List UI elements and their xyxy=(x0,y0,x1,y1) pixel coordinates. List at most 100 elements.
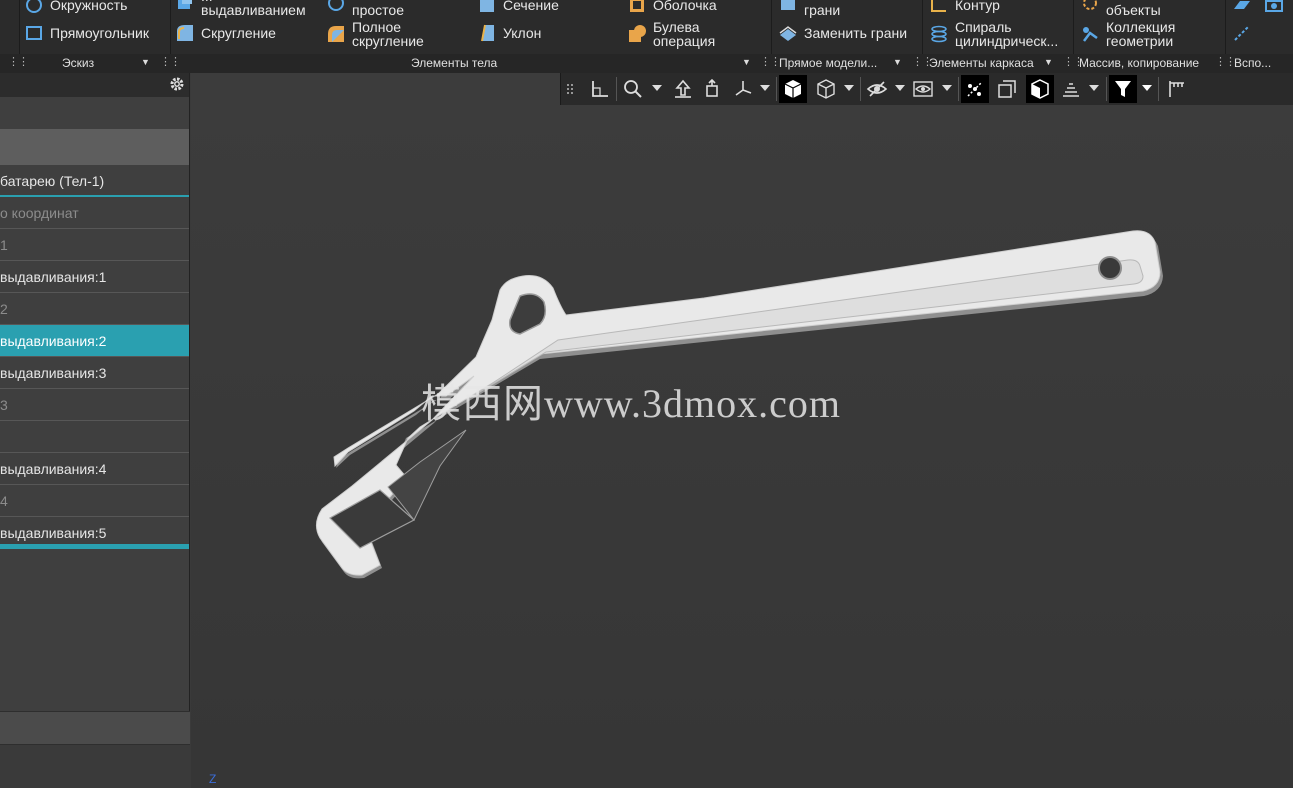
helix-tool[interactable]: Спираль цилиндрическ... xyxy=(929,19,1058,49)
grip-icon[interactable]: ⋮⋮ xyxy=(160,55,181,68)
shaded-cube-icon[interactable] xyxy=(779,75,807,103)
rectangle-tool[interactable]: Прямоугольник xyxy=(24,22,149,44)
3d-viewport[interactable]: 模西网www.3dmox.com Z xyxy=(191,73,1293,788)
boolean-tool[interactable]: Булева операция xyxy=(627,19,715,49)
grip-icon[interactable] xyxy=(563,75,577,103)
toolbar-separator xyxy=(776,77,777,101)
chevron-down-icon[interactable]: ▼ xyxy=(141,57,150,67)
chevron-down-icon[interactable]: ▼ xyxy=(1044,57,1053,67)
fillet-tool[interactable]: Скругление xyxy=(175,22,276,44)
replace-faces-label: Заменить грани xyxy=(804,25,908,41)
chevron-down-icon[interactable] xyxy=(942,85,952,91)
tree-item-selected[interactable]: выдавливания:2 xyxy=(0,325,189,357)
chevron-down-icon[interactable] xyxy=(760,85,770,91)
chevron-down-icon[interactable] xyxy=(1142,85,1152,91)
contour-icon xyxy=(929,0,949,15)
3d-model[interactable] xyxy=(191,73,1293,788)
helix-label-2: цилиндрическ... xyxy=(955,33,1059,49)
tree-item[interactable]: 3 xyxy=(0,389,189,421)
draft-tool[interactable]: Уклон xyxy=(477,22,541,44)
aux-line-tool[interactable] xyxy=(1232,22,1258,44)
boolean-label-2: операция xyxy=(653,33,716,49)
geometry-collection-tool[interactable]: Коллекция геометрии xyxy=(1080,19,1175,49)
full-fillet-tool[interactable]: Полное скругление xyxy=(326,19,424,49)
full-fillet-label-2: скругление xyxy=(352,33,424,49)
helix-label-1: Спираль xyxy=(955,19,1012,35)
display-mode-icon[interactable] xyxy=(1026,75,1054,103)
chevron-down-icon[interactable] xyxy=(652,85,662,91)
tree-item[interactable]: выдавливания:5 xyxy=(0,517,189,549)
show-icon[interactable] xyxy=(909,75,937,103)
section-tool[interactable]: Сечение xyxy=(477,0,559,16)
tree-header-bar xyxy=(0,129,189,165)
line-icon xyxy=(1232,23,1252,43)
aux-camera-tool[interactable] xyxy=(1264,0,1290,16)
chevron-down-icon[interactable] xyxy=(844,85,854,91)
model-tree: батарею (Тел-1) о координат 1 выдавливан… xyxy=(0,165,189,549)
tree-item[interactable]: выдавливания:1 xyxy=(0,261,189,293)
group-direct-label: Прямое модели... xyxy=(779,56,878,70)
full-fillet-label-1: Полное xyxy=(352,19,402,35)
snap-points-icon[interactable] xyxy=(961,75,989,103)
chevron-down-icon[interactable] xyxy=(895,85,905,91)
objects-tool[interactable]: объекты xyxy=(1080,0,1161,18)
grip-icon[interactable]: ⋮⋮ xyxy=(760,55,781,68)
shell-tool-label: Оболочка xyxy=(653,0,717,13)
simple-tool[interactable]: простое xyxy=(326,0,404,18)
axes-icon[interactable] xyxy=(585,75,613,103)
circle-tool[interactable]: Окружность xyxy=(24,0,127,16)
extrude-tool[interactable]: ...выдавливанием xyxy=(175,0,306,18)
toolbar-separator xyxy=(958,77,959,101)
tree-item[interactable]: 2 xyxy=(0,293,189,325)
group-pattern-label: Массив, копирование xyxy=(1079,56,1200,70)
simple-label-2: простое xyxy=(352,2,404,18)
camera-icon xyxy=(1264,0,1284,15)
aux-plane-tool[interactable] xyxy=(1232,0,1258,16)
replace-faces-tool[interactable]: Заменить грани xyxy=(778,22,907,44)
tree-item[interactable]: 4 xyxy=(0,485,189,517)
fillet-icon xyxy=(175,23,195,43)
section-view-icon[interactable] xyxy=(993,75,1021,103)
measure-icon[interactable] xyxy=(1163,75,1191,103)
toolbar-separator xyxy=(860,77,861,101)
extrude-label-2: выдавливанием xyxy=(201,2,306,18)
rectangle-tool-label: Прямоугольник xyxy=(50,25,149,41)
replace-faces-icon xyxy=(778,23,798,43)
zoom-icon[interactable] xyxy=(619,75,647,103)
axis-label: Z xyxy=(209,772,217,786)
group-aux-label: Вспо... xyxy=(1234,56,1272,70)
rectangle-icon xyxy=(24,23,44,43)
toolbar-separator xyxy=(616,77,617,101)
helix-icon xyxy=(929,24,949,44)
tree-item[interactable]: батарею (Тел-1) xyxy=(0,165,189,197)
grip-icon[interactable]: ⋮⋮ xyxy=(8,55,29,68)
tree-item[interactable]: о координат xyxy=(0,197,189,229)
draft-icon xyxy=(477,23,497,43)
plane-icon xyxy=(1232,0,1252,15)
tree-item[interactable] xyxy=(0,421,189,453)
tree-item[interactable]: выдавливания:4 xyxy=(0,453,189,485)
wireframe-cube-icon[interactable] xyxy=(812,75,840,103)
faces-label-2: грани xyxy=(804,2,841,18)
hide-icon[interactable] xyxy=(863,75,891,103)
layers-icon[interactable] xyxy=(1057,75,1085,103)
chevron-down-icon[interactable]: ▼ xyxy=(742,57,751,67)
contour-tool[interactable]: Контур xyxy=(929,0,1000,16)
filter-icon[interactable] xyxy=(1109,75,1137,103)
shell-tool[interactable]: Оболочка xyxy=(627,0,717,16)
tree-item[interactable]: 1 xyxy=(0,229,189,261)
chevron-down-icon[interactable] xyxy=(1089,85,1099,91)
model-tree-panel: батарею (Тел-1) о координат 1 выдавливан… xyxy=(0,73,190,788)
chevron-down-icon[interactable]: ▼ xyxy=(893,57,902,67)
rotate-icon[interactable] xyxy=(699,75,727,103)
extrude-icon xyxy=(175,0,195,13)
faces-tool[interactable]: грани xyxy=(778,0,840,18)
pan-up-icon[interactable] xyxy=(669,75,697,103)
shell-icon xyxy=(627,0,647,15)
gear-icon[interactable] xyxy=(168,75,186,93)
model-end-hole xyxy=(1098,256,1122,280)
grip-icon[interactable]: ⋮⋮ xyxy=(1215,55,1236,68)
tree-item[interactable]: выдавливания:3 xyxy=(0,357,189,389)
orient-icon[interactable] xyxy=(729,75,757,103)
group-body-label: Элементы тела xyxy=(411,56,498,70)
